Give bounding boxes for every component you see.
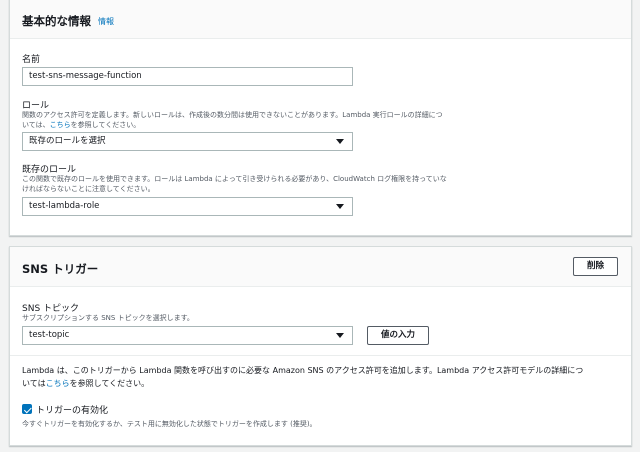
sns-trigger-panel: SNS トリガー 削除 SNS トピック サブスクリプションする SNS トピッ… [9,246,632,446]
enter-value-button[interactable]: 値の入力 [367,326,429,345]
sns-topic-description: サブスクリプションする SNS トピックを選択します。 [22,314,194,322]
sns-trigger-header: SNS トリガー 削除 [10,247,631,287]
role-select[interactable]: 既存のロールを選択 [22,132,353,151]
enable-trigger-label[interactable]: トリガーの有効化 [36,403,108,416]
role-description: 関数のアクセス許可を定義します。新しいロールは、作成後の数分間は使用できないこと… [22,111,443,129]
basic-info-title: 基本的な情報 [22,14,91,28]
basic-info-panel: 基本的な情報 情報 名前 test-sns-message-function ロ… [9,0,632,236]
existing-role-description: この関数で既存のロールを使用できます。ロールは Lambda によって引き受けら… [22,175,447,193]
chevron-down-icon [336,139,344,144]
basic-info-header: 基本的な情報 情報 [10,0,631,39]
chevron-down-icon [336,333,344,338]
permission-details-link[interactable]: こちら [46,379,70,388]
name-label: 名前 [22,55,41,65]
existing-role-select[interactable]: test-lambda-role [22,197,353,216]
chevron-down-icon [336,204,344,209]
role-details-link[interactable]: こちら [50,121,71,129]
sns-topic-select[interactable]: test-topic [22,326,353,345]
permission-text: Lambda は、このトリガーから Lambda 関数を呼び出すのに必要な Am… [22,366,584,388]
sns-trigger-title: SNS トリガー [22,262,99,276]
info-link[interactable]: 情報 [98,16,114,27]
function-name-input[interactable]: test-sns-message-function [22,67,353,86]
divider [10,355,631,356]
enable-trigger-checkbox[interactable] [22,404,32,414]
delete-button[interactable]: 削除 [573,257,618,276]
enable-trigger-description: 今すぐトリガーを有効化するか、テスト用に無効化した状態でトリガーを作成します (… [22,420,317,428]
